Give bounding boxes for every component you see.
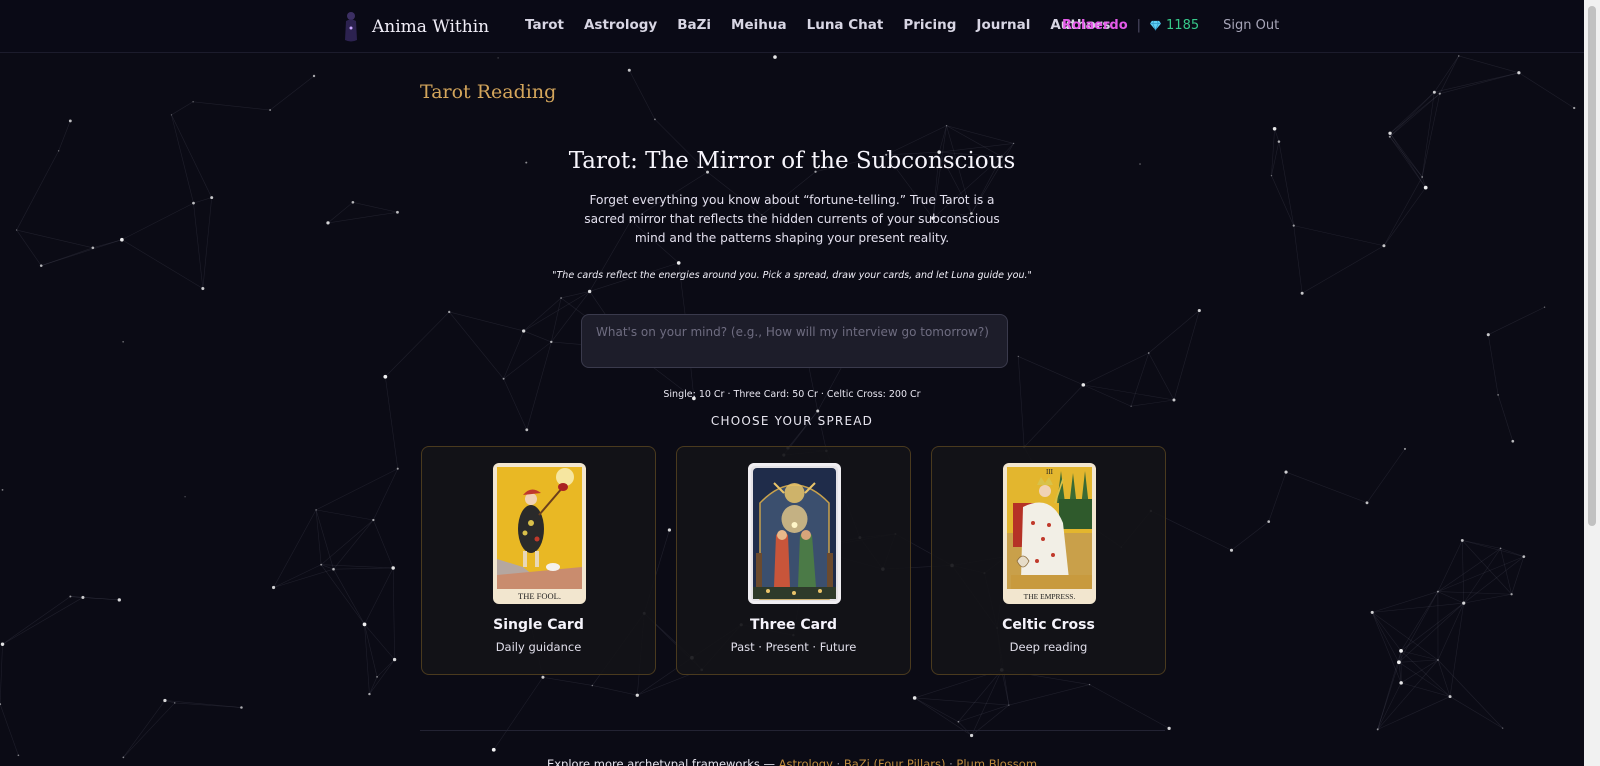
spread-description: Daily guidance	[495, 640, 582, 654]
footer-dot: ·	[836, 757, 841, 766]
nav-meihua[interactable]: Meihua	[731, 17, 787, 33]
nav-tarot[interactable]: Tarot	[525, 17, 564, 33]
user-separator: |	[1136, 18, 1142, 33]
main-nav: Tarot Astrology BaZi Meihua Luna Chat Pr…	[525, 17, 1110, 33]
main-content: Tarot Reading Tarot: The Mirror of the S…	[0, 53, 1584, 766]
spread-description: Deep reading	[1009, 640, 1088, 654]
spread-name: Celtic Cross	[1002, 617, 1095, 633]
choose-spread-label: CHOOSE YOUR SPREAD	[710, 414, 874, 428]
spread-name: Single Card	[493, 617, 584, 633]
hero-title: Tarot: The Mirror of the Subconscious	[568, 148, 1016, 174]
card-numeral: III	[1046, 468, 1054, 476]
brand-name: Anima Within	[372, 17, 490, 37]
nav-luna-chat[interactable]: Luna Chat	[807, 17, 884, 33]
nav-journal[interactable]: Journal	[976, 17, 1030, 33]
lovers-card	[748, 463, 841, 604]
user-area: Rolaerdo | 1185 Sign Out	[1062, 18, 1279, 33]
footer-link-bazi[interactable]: BaZi (Four Pillars)	[844, 757, 946, 766]
top-navbar: Anima Within Tarot Astrology BaZi Meihua…	[0, 0, 1584, 53]
nav-astrology[interactable]: Astrology	[584, 17, 657, 33]
quote-text: "The cards reflect the energies around y…	[552, 270, 1032, 281]
sign-out-link[interactable]: Sign Out	[1223, 18, 1279, 33]
footer-explore: Explore more archetypal frameworks — Ast…	[0, 757, 1584, 766]
the-fool-card: THE FOOL.	[493, 463, 586, 604]
spread-celtic-cross[interactable]: III THE EMPRESS. Celtic Cross Deep readi…	[931, 446, 1166, 675]
pricing-info: Single: 10 Cr · Three Card: 50 Cr · Celt…	[663, 389, 921, 400]
footer-link-astrology[interactable]: Astrology	[779, 757, 833, 766]
card-caption: THE FOOL.	[518, 591, 561, 601]
section-divider	[420, 730, 1165, 731]
spread-single-card[interactable]: THE FOOL. Single Card Daily guidance	[421, 446, 656, 675]
footer-link-plum-blossom[interactable]: Plum Blossom	[956, 757, 1037, 766]
footer-dot: ·	[949, 757, 953, 766]
page-scrollbar[interactable]	[1584, 0, 1600, 766]
spread-description: Past · Present · Future	[730, 640, 857, 654]
page-title: Tarot Reading	[420, 81, 557, 103]
spread-name: Three Card	[750, 617, 837, 633]
figure-logo-icon	[342, 10, 360, 44]
footer-prefix: Explore more archetypal frameworks —	[546, 757, 776, 766]
the-empress-card: III THE EMPRESS.	[1003, 463, 1096, 604]
card-caption: THE EMPRESS.	[1024, 592, 1076, 601]
scrollbar-thumb[interactable]	[1588, 6, 1596, 526]
nav-bazi[interactable]: BaZi	[677, 17, 711, 33]
gem-icon	[1150, 20, 1162, 31]
intro-text: Forget everything you know about “fortun…	[584, 193, 1000, 245]
spread-three-card[interactable]: Three Card Past · Present · Future	[676, 446, 911, 675]
question-input[interactable]	[581, 314, 1008, 368]
nav-pricing[interactable]: Pricing	[903, 17, 956, 33]
username[interactable]: Rolaerdo	[1062, 18, 1128, 33]
credits-count: 1185	[1166, 18, 1200, 33]
brand[interactable]: Anima Within	[342, 9, 489, 45]
